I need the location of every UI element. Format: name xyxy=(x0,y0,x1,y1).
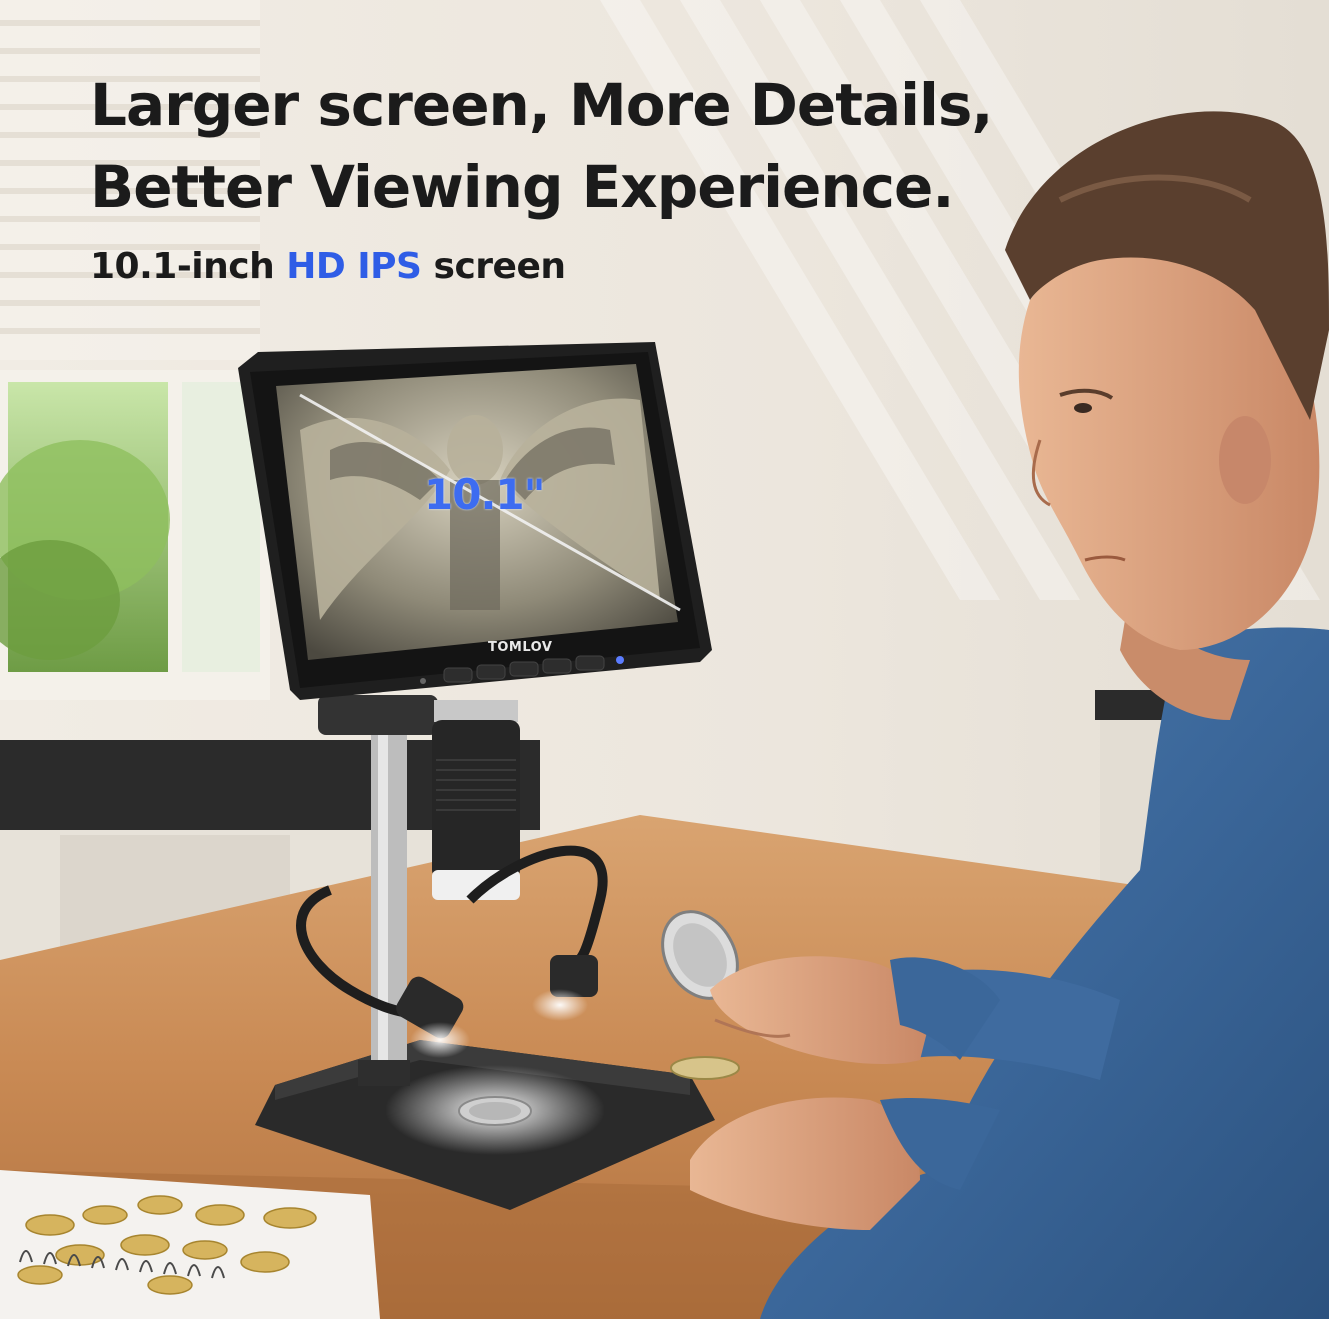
headline: Larger screen, More Details, Better View… xyxy=(90,64,993,228)
subheadline: 10.1-inch HD IPS screen xyxy=(90,244,566,290)
subheadline-highlight: HD IPS xyxy=(286,246,422,287)
subheadline-suffix: screen xyxy=(421,246,566,287)
headline-line-2: Better Viewing Experience. xyxy=(90,153,954,221)
subheadline-prefix: 10.1-inch xyxy=(90,246,287,287)
headline-line-1: Larger screen, More Details, xyxy=(90,71,993,139)
brand-logo: TOMLOV xyxy=(488,640,553,655)
screen-size-label: 10.1" xyxy=(424,470,546,519)
product-banner: Larger screen, More Details, Better View… xyxy=(0,0,1329,1319)
